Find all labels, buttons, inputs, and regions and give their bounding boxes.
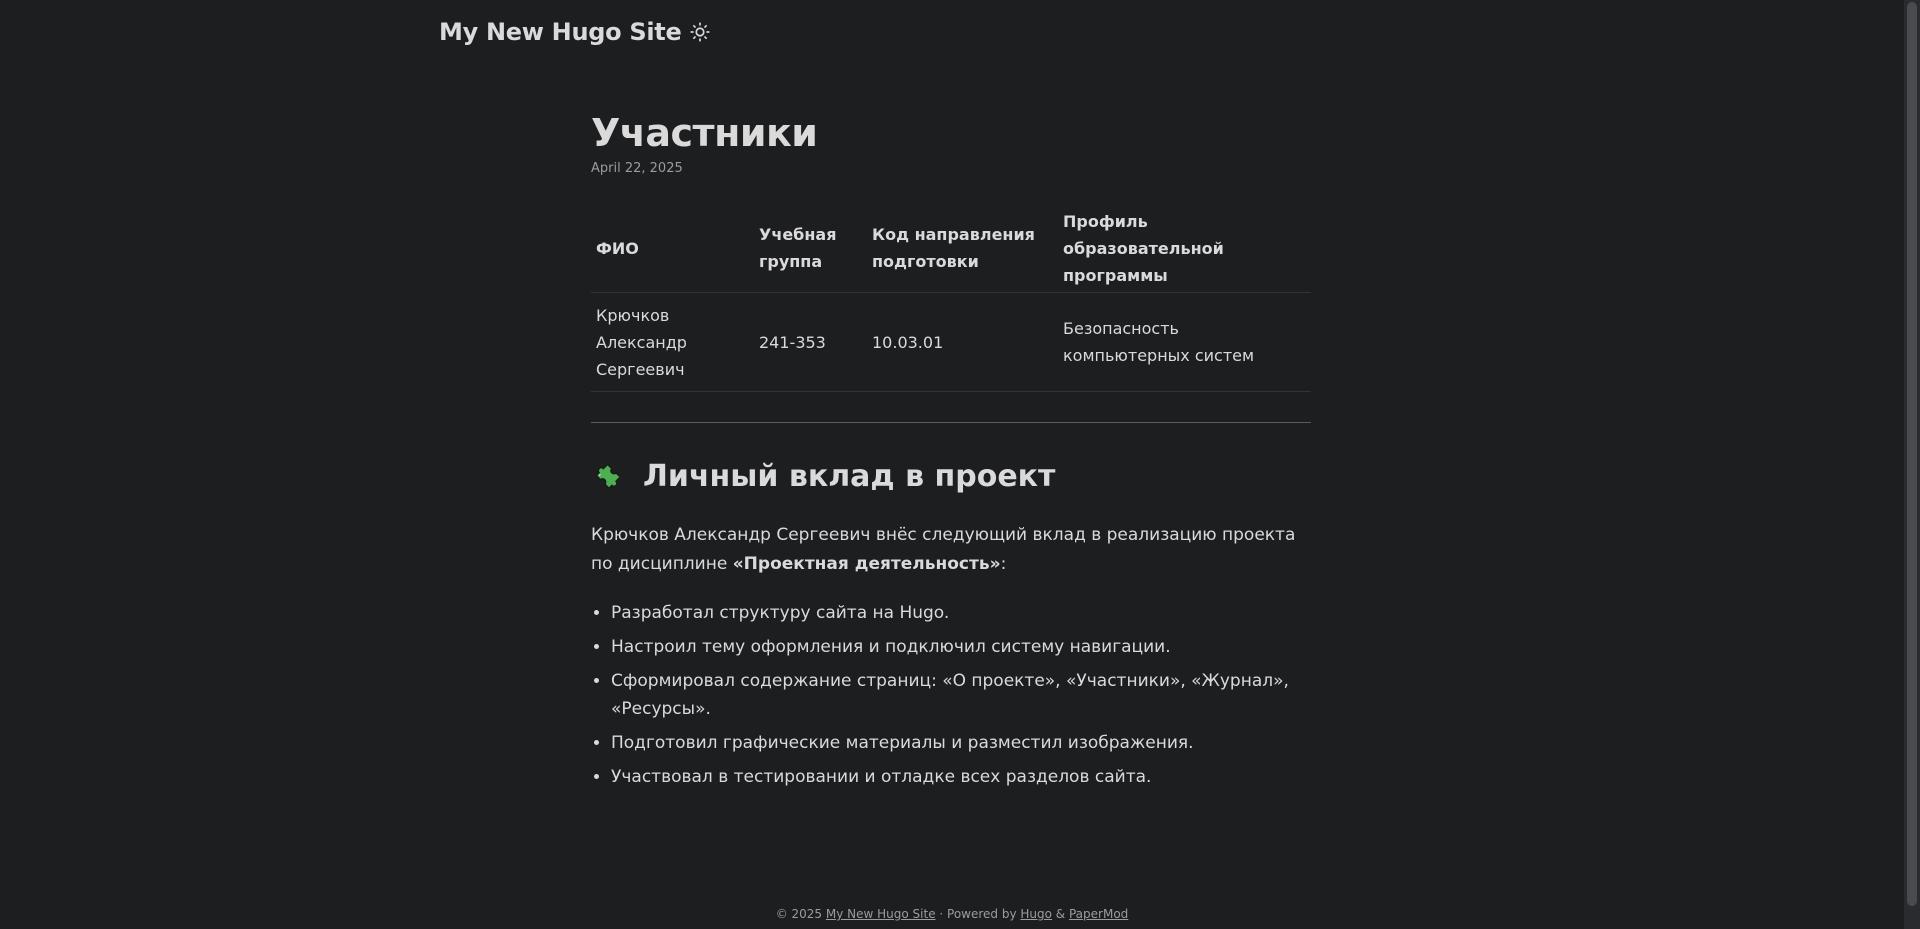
cell-profile: Безопасность компьютерных систем [1058, 292, 1311, 392]
list-item: Сформировал содержание страниц: «О проек… [611, 667, 1311, 723]
cell-group: 241-353 [754, 292, 867, 392]
footer-theme-link[interactable]: PaperMod [1069, 907, 1128, 921]
members-table: ФИО Учебная группа Код направления подго… [591, 204, 1311, 392]
header-group: Учебная группа [754, 204, 867, 293]
table-header-row: ФИО Учебная группа Код направления подго… [591, 204, 1311, 293]
contribution-heading-text: Личный вклад в проект [643, 459, 1056, 494]
header-code: Код направления подготовки [867, 204, 1058, 293]
intro-bold: «Проектная деятельность» [732, 554, 1001, 574]
header-fio: ФИО [591, 204, 754, 293]
intro-end: : [1000, 554, 1007, 574]
site-header: My New Hugo Site [439, 14, 711, 50]
scrollbar-thumb[interactable] [1907, 2, 1917, 906]
footer-amp: & [1051, 907, 1069, 921]
contribution-heading: Личный вклад в проект [591, 457, 1311, 497]
list-item: Настроил тему оформления и подключил сис… [611, 633, 1311, 661]
contribution-list: Разработал структуру сайта на Hugo. Наст… [591, 599, 1311, 791]
footer-hugo-link[interactable]: Hugo [1020, 907, 1052, 921]
footer-copyright: © 2025 [775, 907, 826, 921]
site-title-link[interactable]: My New Hugo Site [439, 18, 682, 46]
cell-code: 10.03.01 [867, 292, 1058, 392]
cell-fio: Крючков Александр Сергеевич [591, 292, 754, 392]
list-item: Участвовал в тестировании и отладке всех… [611, 763, 1311, 791]
puzzle-piece-icon [591, 459, 627, 495]
sun-icon[interactable] [690, 22, 711, 42]
divider [591, 422, 1311, 423]
contribution-intro: Крючков Александр Сергеевич внёс следующ… [591, 521, 1311, 579]
list-item: Подготовил графические материалы и разме… [611, 729, 1311, 757]
page: My New Hugo Site Участники April 22, 202… [0, 0, 1920, 929]
header-profile: Профиль образовательной программы [1058, 204, 1311, 293]
table-row: Крючков Александр Сергеевич 241-353 10.0… [591, 292, 1311, 392]
scrollbar[interactable] [1904, 0, 1920, 929]
footer-powered-by: · Powered by [935, 907, 1021, 921]
page-title: Участники [591, 111, 818, 155]
list-item: Разработал структуру сайта на Hugo. [611, 599, 1311, 627]
main-content: Участники April 22, 2025 ФИО Учебная гру… [591, 108, 1311, 797]
site-footer: © 2025 My New Hugo Site · Powered by Hug… [0, 904, 1904, 924]
footer-site-link[interactable]: My New Hugo Site [826, 907, 936, 921]
post-date: April 22, 2025 [591, 161, 683, 176]
